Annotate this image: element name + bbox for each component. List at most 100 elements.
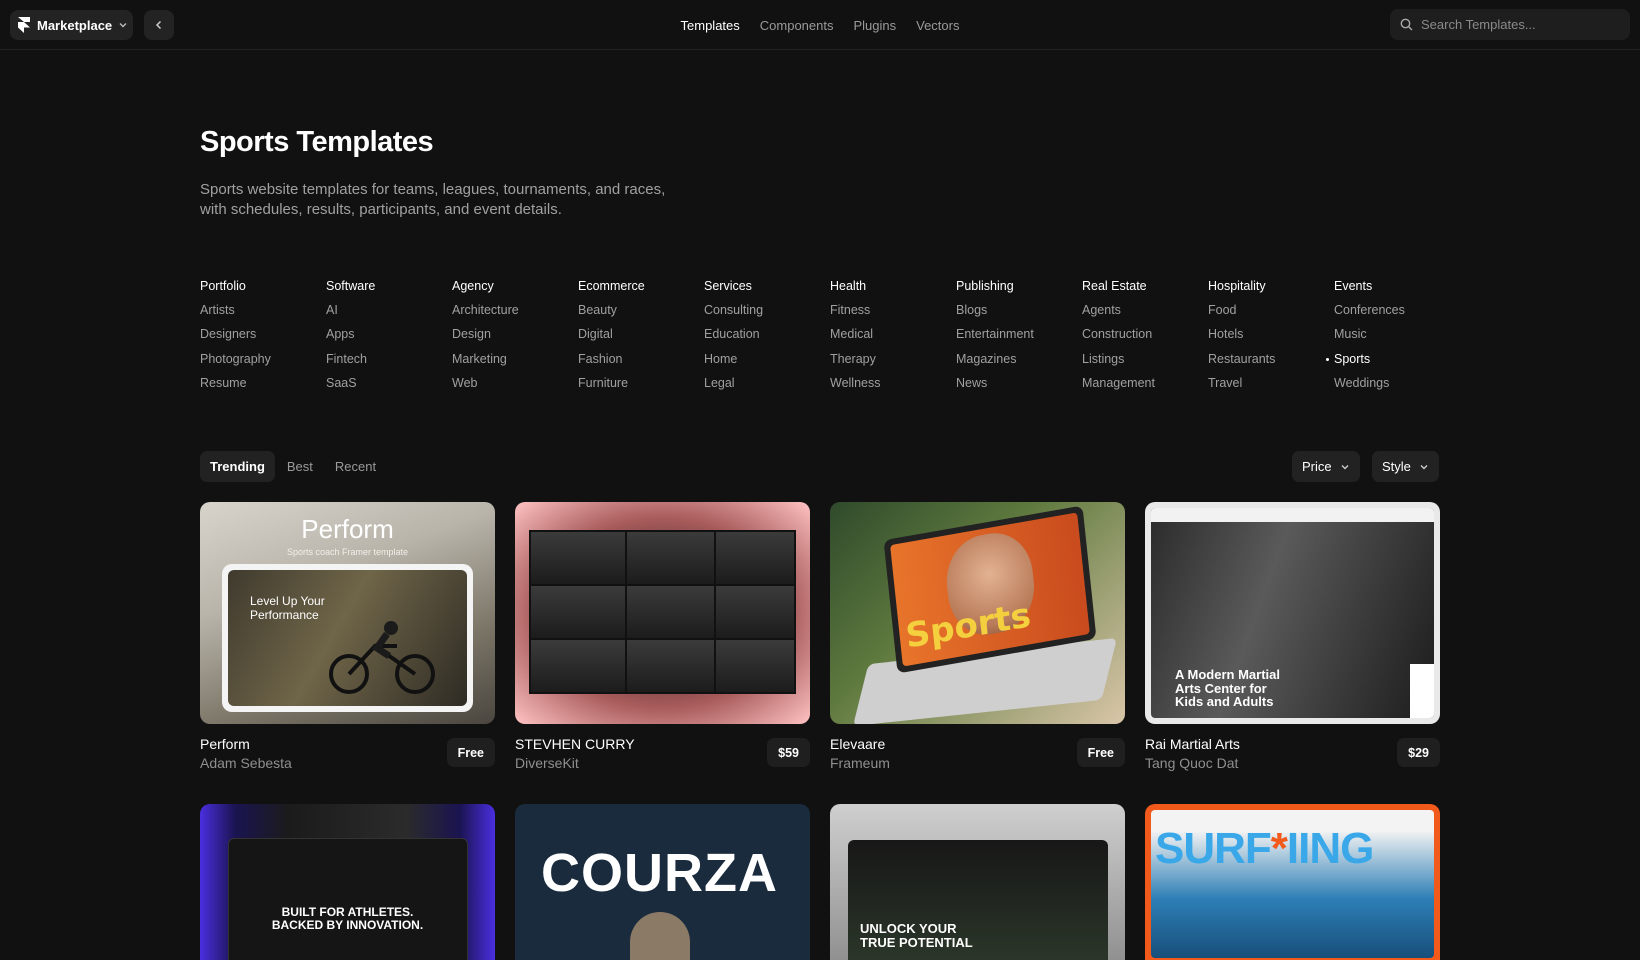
category-link[interactable]: Agents [1082,303,1208,327]
category-link[interactable]: Fashion [578,352,704,376]
category-link[interactable]: Fintech [326,352,452,376]
category-link[interactable]: Digital [578,327,704,351]
category-link[interactable]: Entertainment [956,327,1082,351]
category-heading[interactable]: Real Estate [1082,279,1208,303]
category-heading[interactable]: Publishing [956,279,1082,303]
template-card[interactable]: Sports Elevaare Frameum Free [830,502,1125,786]
category-heading[interactable]: Portfolio [200,279,326,303]
back-button[interactable] [144,10,174,40]
category-link[interactable]: Artists [200,303,326,327]
category-link[interactable]: Construction [1082,327,1208,351]
category-heading[interactable]: Software [326,279,452,303]
thumb-line-1: A Modern Martial [1175,667,1280,682]
category-heading[interactable]: Services [704,279,830,303]
category-link[interactable]: Hotels [1208,327,1334,351]
photo-tile [715,640,794,692]
template-card[interactable]: BUILT FOR ATHLETES. BACKED BY INNOVATION… [200,804,495,960]
photo-tile [627,640,714,692]
category-heading[interactable]: Hospitality [1208,279,1334,303]
category-heading[interactable]: Agency [452,279,578,303]
price-filter-dropdown[interactable]: Price [1292,451,1360,482]
template-thumbnail[interactable]: A Modern Martial Arts Center for Kids an… [1145,502,1440,724]
template-thumbnail[interactable] [515,502,810,724]
nav-vectors[interactable]: Vectors [916,18,959,33]
price-badge[interactable]: $29 [1397,738,1440,767]
template-thumbnail[interactable]: COURZA [515,804,810,960]
category-link[interactable]: Resume [200,376,326,400]
template-thumbnail[interactable]: SURF*IING [1145,804,1440,960]
card-title[interactable]: Perform [200,736,250,752]
card-author[interactable]: Adam Sebesta [200,755,292,771]
card-author[interactable]: Tang Quoc Dat [1145,755,1238,771]
chevron-left-icon [155,20,162,30]
nav-plugins[interactable]: Plugins [853,18,896,33]
nav-templates[interactable]: Templates [681,18,740,33]
category-heading[interactable]: Events [1334,279,1460,303]
category-link[interactable]: Medical [830,327,956,351]
template-thumbnail[interactable]: Sports [830,502,1125,724]
category-link[interactable]: Management [1082,376,1208,400]
card-title[interactable]: Elevaare [830,736,885,752]
template-card[interactable]: Perform Sports coach Framer template Lev… [200,502,495,786]
template-card[interactable]: STEVHEN CURRY DiverseKit $59 [515,502,810,786]
category-link[interactable]: Education [704,327,830,351]
tab-trending[interactable]: Trending [200,451,275,482]
template-thumbnail[interactable]: Perform Sports coach Framer template Lev… [200,502,495,724]
template-thumbnail[interactable]: BUILT FOR ATHLETES. BACKED BY INNOVATION… [200,804,495,960]
tab-best[interactable]: Best [277,451,323,482]
category-link[interactable]: Restaurants [1208,352,1334,376]
category-link[interactable]: AI [326,303,452,327]
category-link[interactable]: Food [1208,303,1334,327]
style-filter-dropdown[interactable]: Style [1372,451,1439,482]
search-box[interactable] [1390,9,1630,40]
template-thumbnail[interactable]: UNLOCK YOUR TRUE POTENTIAL [830,804,1125,960]
template-card[interactable]: COURZA [515,804,810,960]
category-heading[interactable]: Ecommerce [578,279,704,303]
category-link[interactable]: Legal [704,376,830,400]
category-link[interactable]: Beauty [578,303,704,327]
category-link[interactable]: Web [452,376,578,400]
thumb-screen: SURF*IING [1151,810,1434,958]
card-title[interactable]: Rai Martial Arts [1145,736,1240,752]
category-link[interactable]: Therapy [830,352,956,376]
category-link[interactable]: Listings [1082,352,1208,376]
category-link[interactable]: News [956,376,1082,400]
price-badge[interactable]: Free [1076,738,1125,767]
category-link[interactable]: Architecture [452,303,578,327]
category-column: Portfolio Artists Designers Photography Resu… [200,279,326,400]
category-link[interactable]: Marketing [452,352,578,376]
category-link[interactable]: Designers [200,327,326,351]
card-title[interactable]: STEVHEN CURRY [515,736,635,752]
category-link[interactable]: SaaS [326,376,452,400]
category-link[interactable]: Wellness [830,376,956,400]
template-card[interactable]: UNLOCK YOUR TRUE POTENTIAL [830,804,1125,960]
template-card[interactable]: SURF*IING [1145,804,1440,960]
card-author[interactable]: DiverseKit [515,755,579,771]
search-input[interactable] [1421,17,1611,32]
price-badge[interactable]: $59 [767,738,810,767]
category-link[interactable]: Design [452,327,578,351]
tab-recent[interactable]: Recent [325,451,386,482]
price-badge[interactable]: Free [446,738,495,767]
category-link[interactable]: Apps [326,327,452,351]
thumb-line-3: Kids and Adults [1175,694,1274,709]
category-link[interactable]: Music [1334,327,1460,351]
category-link[interactable]: Consulting [704,303,830,327]
template-card[interactable]: A Modern Martial Arts Center for Kids an… [1145,502,1440,786]
category-link[interactable]: Weddings [1334,376,1460,400]
page-title: Sports Templates [200,126,434,158]
marketplace-menu-button[interactable]: Marketplace [10,10,133,40]
category-link[interactable]: Furniture [578,376,704,400]
category-link[interactable]: Sports [1326,352,1460,376]
category-link[interactable]: Fitness [830,303,956,327]
category-link[interactable]: Home [704,352,830,376]
card-author[interactable]: Frameum [830,755,890,771]
price-filter-label: Price [1302,459,1332,474]
category-link[interactable]: Travel [1208,376,1334,400]
category-heading[interactable]: Health [830,279,956,303]
category-link[interactable]: Magazines [956,352,1082,376]
category-link[interactable]: Conferences [1334,303,1460,327]
nav-components[interactable]: Components [760,18,834,33]
category-link[interactable]: Photography [200,352,326,376]
category-link[interactable]: Blogs [956,303,1082,327]
